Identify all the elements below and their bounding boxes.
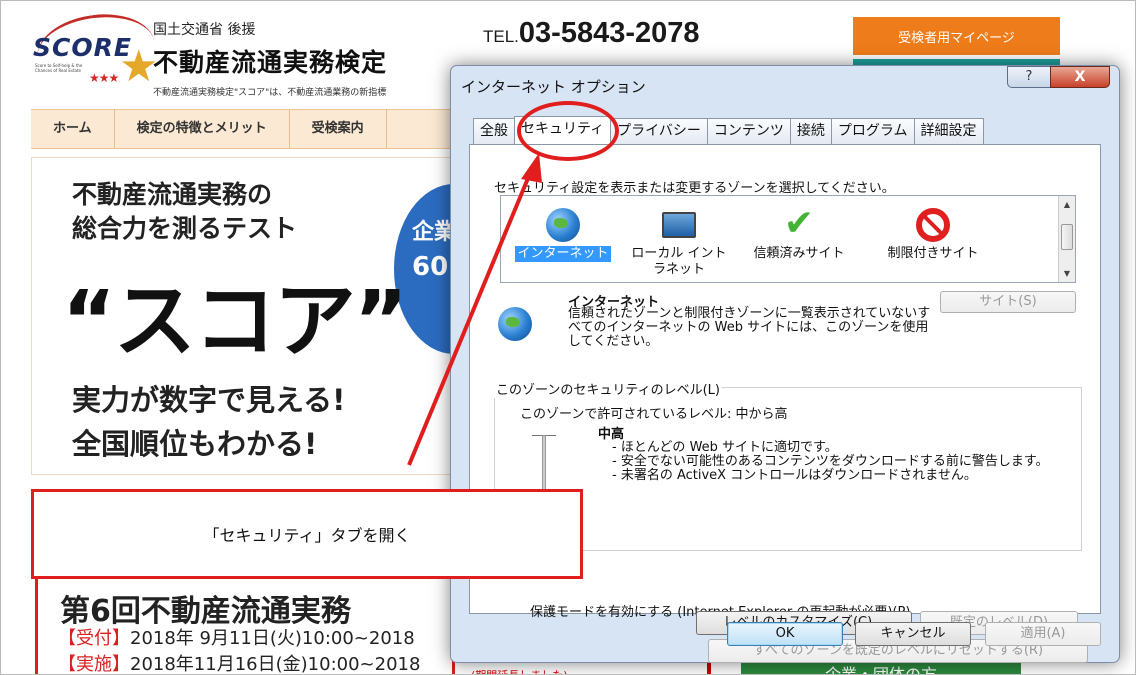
hero-score-quote: “スコア” — [62, 274, 408, 369]
zone-scrollbar[interactable]: ▲ ▼ — [1058, 196, 1075, 282]
zone-restricted-sites[interactable]: 制限付きサイト — [881, 202, 985, 262]
nav-item-exam-info[interactable]: 受検案内 — [290, 110, 387, 148]
phone-number: TEL.03-5843-2078 — [483, 17, 700, 50]
hero-line-4: 全国順位もわかる! — [72, 427, 318, 461]
scroll-thumb[interactable] — [1061, 224, 1073, 250]
zone-local-intranet[interactable]: ローカル イントラネット — [627, 202, 731, 278]
event-reception: 【受付】2018年 9月11日(火)10:00~2018 — [58, 624, 415, 650]
tel-number: 03-5843-2078 — [518, 17, 700, 49]
sites-button[interactable]: サイト(S) — [940, 291, 1076, 313]
scroll-up-icon[interactable]: ▲ — [1059, 196, 1075, 213]
zone-info-description: 信頼されたゾーンと制限付きゾーンに一覧表示されていないすべてのインターネットの … — [568, 306, 931, 349]
globe-icon — [498, 307, 532, 341]
zone-label: 制限付きサイト — [887, 246, 979, 261]
mypage-button[interactable]: 受検者用マイページ — [853, 17, 1060, 55]
small-stars-icon: ★★★ — [89, 71, 119, 85]
tab-advanced[interactable]: 詳細設定 — [913, 118, 984, 144]
apply-button[interactable]: 適用(A) — [985, 622, 1101, 646]
zone-internet[interactable]: インターネット — [511, 202, 615, 262]
level-desc-line: - 未署名の ActiveX コントロールはダウンロードされません。 — [612, 468, 977, 483]
intranet-icon — [662, 212, 696, 238]
hero-line-1: 不動産流通実務の — [72, 180, 273, 209]
restricted-icon — [916, 208, 950, 242]
level-desc-line: - 安全でない可能性のあるコンテンツをダウンロードする前に警告します。 — [612, 454, 1049, 469]
tab-connections[interactable]: 接続 — [789, 118, 832, 144]
reception-dates: 2018年 9月11日(火)10:00~2018 — [130, 628, 415, 649]
cancel-button[interactable]: キャンセル — [855, 622, 971, 646]
highlight-ellipse — [517, 101, 619, 161]
logo-subtext: Score to Self-help & the Chances of Real… — [35, 63, 83, 73]
site-description: 不動産流通実務検定"スコア"は、不動産流通業務の新指標 — [153, 88, 387, 98]
hero-line-2: 総合力を測るテスト — [72, 214, 298, 243]
exam-dates: 2018年11月16日(金)10:00~2018 — [130, 654, 421, 675]
hero-tagline: 実力が数字で見える! 全国順位もわかる! — [72, 378, 345, 466]
close-button[interactable]: X — [1050, 66, 1110, 88]
site-logo[interactable]: SCORE Score to Self-help & the Chances o… — [32, 7, 160, 101]
zone-label: ローカル イントラネット — [631, 246, 727, 277]
site-nav: ホーム 検定の特徴とメリット 受検案内 — [31, 109, 461, 149]
extended-note: (期間延長しました) — [471, 667, 568, 674]
hero-line-3: 実力が数字で見える! — [72, 383, 346, 417]
zone-label: 信頼済みサイト — [753, 246, 845, 261]
dialog-title: インターネット オプション — [461, 78, 646, 96]
scroll-down-icon[interactable]: ▼ — [1059, 265, 1075, 282]
help-button[interactable]: ? — [1007, 66, 1051, 88]
tab-privacy[interactable]: プライバシー — [610, 118, 708, 144]
reception-tag: 【受付】 — [58, 628, 130, 649]
corporate-button[interactable]: 企業・団体の方 — [741, 661, 1021, 674]
checkmark-icon: ✔ — [783, 203, 815, 244]
nav-item-home[interactable]: ホーム — [31, 110, 115, 148]
logo-text: SCORE — [33, 33, 132, 62]
ok-button[interactable]: OK — [727, 622, 843, 646]
hero-banner[interactable]: 不動産流通実務の 総合力を測るテスト 企業 60 “スコア” 実力が数字で見える… — [31, 157, 514, 475]
sponsor-text: 国土交通省 後援 — [153, 22, 256, 38]
instruction-callout: 「セキュリティ」タブを開く — [31, 489, 583, 579]
screenshot-frame: SCORE Score to Self-help & the Chances o… — [0, 0, 1136, 675]
tab-content[interactable]: コンテンツ — [706, 118, 791, 144]
security-level-legend: このゾーンのセキュリティのレベル(L) — [494, 379, 722, 398]
event-exam: 【実施】2018年11月16日(金)10:00~2018 — [58, 650, 421, 675]
zone-list: インターネット ローカル イントラネット ✔ 信頼済みサイト 制限付きサイト ▲ — [500, 195, 1076, 283]
allowed-levels: このゾーンで許可されているレベル: 中から高 — [520, 407, 788, 422]
security-level-description: - ほとんどの Web サイトに適切です。 - 安全でない可能性のあるコンテンツ… — [612, 441, 1049, 483]
zone-prompt: セキュリティ設定を表示または変更するゾーンを選択してください。 — [494, 181, 895, 196]
globe-icon — [546, 208, 580, 242]
nav-item-features[interactable]: 検定の特徴とメリット — [115, 110, 290, 148]
zone-label: インターネット — [515, 246, 611, 262]
hero-heading: 不動産流通実務の 総合力を測るテスト — [72, 178, 297, 246]
tel-prefix: TEL. — [483, 27, 519, 46]
tab-general[interactable]: 全般 — [473, 118, 515, 144]
site-title: 不動産流通実務検定 — [153, 48, 388, 77]
red-divider — [707, 661, 711, 674]
level-desc-line: - ほとんどの Web サイトに適切です。 — [612, 440, 838, 455]
tab-programs[interactable]: プログラム — [830, 118, 915, 144]
zone-trusted-sites[interactable]: ✔ 信頼済みサイト — [747, 202, 851, 262]
exam-tag: 【実施】 — [58, 654, 130, 675]
